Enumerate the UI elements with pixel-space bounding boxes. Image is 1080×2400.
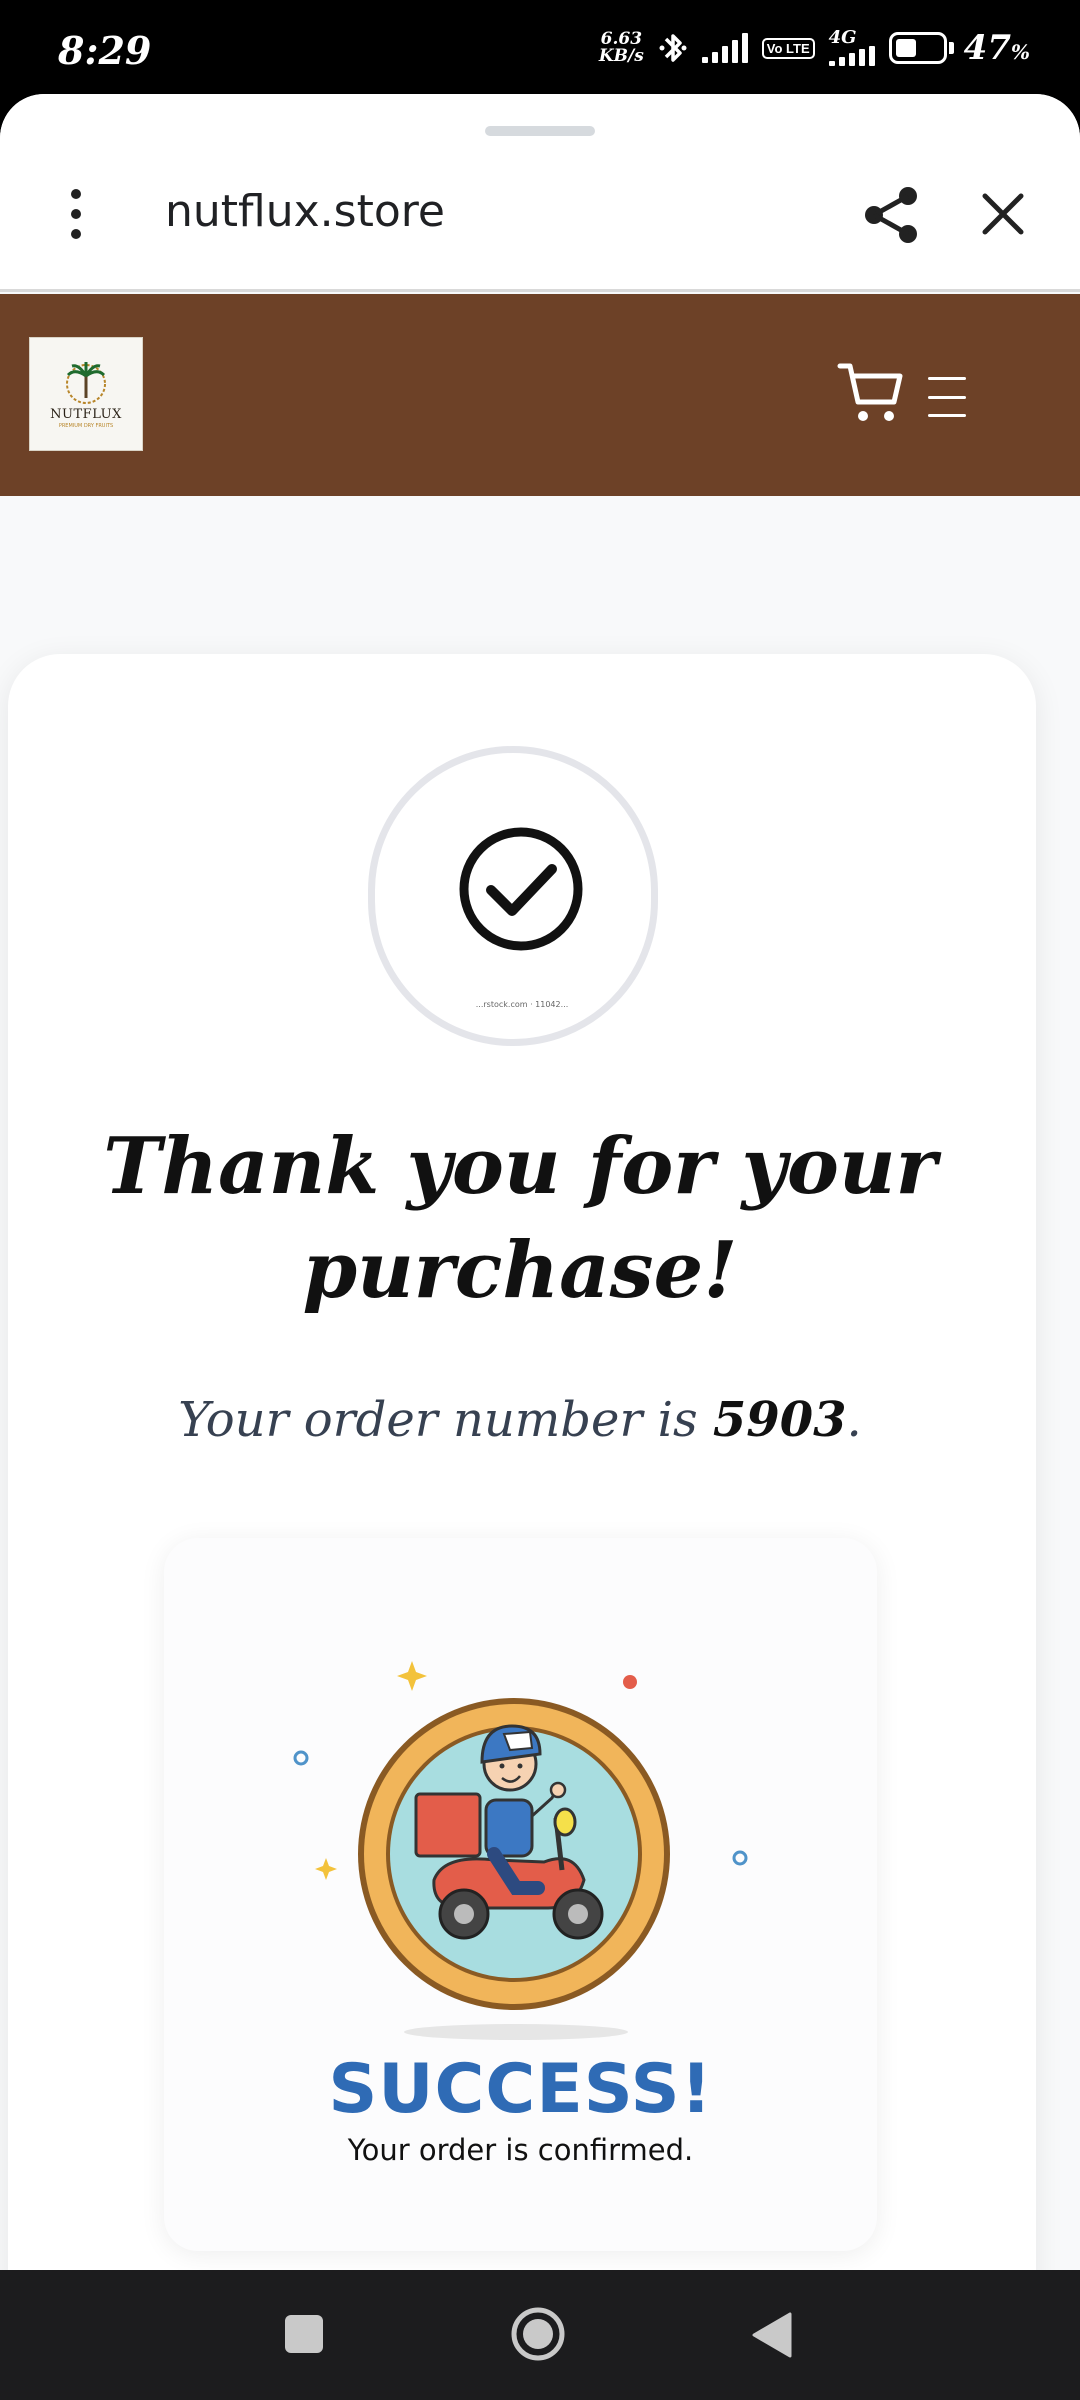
- success-title: SUCCESS!: [328, 2050, 713, 2129]
- palm-tree-logo-icon: [66, 361, 106, 404]
- battery-icon: 47%: [888, 28, 1030, 68]
- share-icon[interactable]: [862, 184, 922, 246]
- success-subtitle: Your order is confirmed.: [347, 2133, 694, 2167]
- signal-icon: [701, 33, 748, 63]
- cart-icon[interactable]: [836, 358, 906, 428]
- network-speed: 6.63 KB/s: [598, 29, 644, 66]
- status-bar: 8:29 6.63 KB/s Vo LTE 4G 47%: [0, 0, 1080, 100]
- thank-you-title: Thank you for your purchase!: [103, 1121, 937, 1316]
- status-time: 8:29: [58, 28, 152, 73]
- sparkle-icon: [315, 1858, 337, 1880]
- logo-text: NUTFLUX: [50, 406, 122, 422]
- dot-icon: [732, 1850, 748, 1866]
- bluetooth-icon: [659, 34, 687, 62]
- more-vert-icon[interactable]: [52, 184, 100, 244]
- status-icons: 6.63 KB/s Vo LTE 4G 47%: [599, 28, 1030, 68]
- home-circle-icon[interactable]: [510, 2306, 566, 2362]
- dot-icon: [293, 1750, 309, 1766]
- image-watermark: ...rstock.com · 11042...: [475, 1000, 569, 1009]
- sparkle-icon: [397, 1661, 427, 1691]
- drag-handle[interactable]: [485, 126, 595, 136]
- dot-icon: [623, 1675, 637, 1689]
- back-triangle-icon[interactable]: [750, 2310, 794, 2360]
- order-suffix: .: [846, 1392, 862, 1448]
- order-prefix: Your order number is: [178, 1392, 698, 1448]
- battery-percent: 47%: [963, 28, 1030, 68]
- recents-square-icon[interactable]: [285, 2315, 323, 2353]
- url-text[interactable]: nutflux.store: [165, 186, 445, 237]
- browser-toolbar: nutflux.store: [0, 94, 1080, 292]
- site-header: [0, 294, 1080, 496]
- order-number: 5903: [712, 1392, 847, 1448]
- site-logo[interactable]: NUTFLUX PREMIUM DRY FRUITS: [29, 337, 143, 451]
- signal-4g-icon: 4G: [828, 29, 875, 66]
- close-icon[interactable]: [975, 186, 1031, 242]
- check-circle-icon: [459, 827, 583, 951]
- order-number-line: Your order number is 5903.: [100, 1392, 940, 1448]
- hamburger-icon[interactable]: [928, 377, 966, 417]
- delivery-scooter-illustration: [293, 1661, 748, 2040]
- volte-badge: Vo LTE: [761, 37, 815, 59]
- logo-subtext: PREMIUM DRY FRUITS: [58, 422, 114, 429]
